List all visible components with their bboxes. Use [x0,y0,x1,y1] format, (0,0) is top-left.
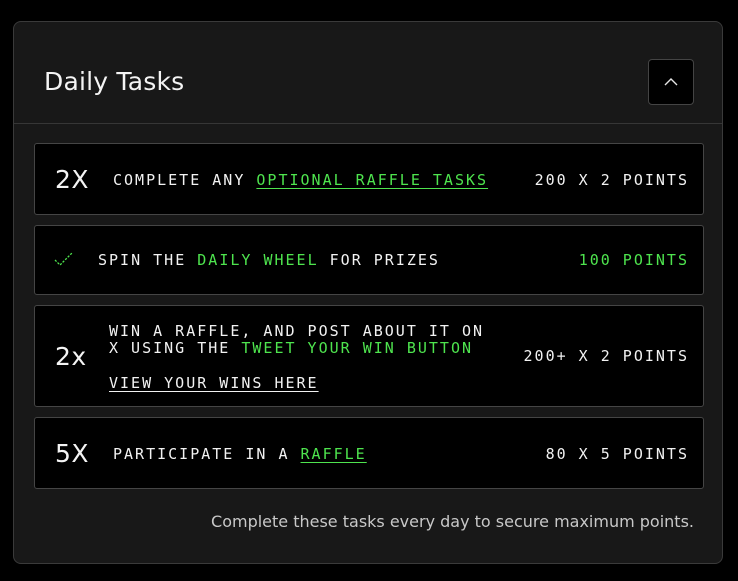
daily-tasks-panel: Daily Tasks 2X COMPLETE ANY OPTIONAL RAF… [13,21,723,564]
view-your-wins-link[interactable]: VIEW YOUR WINS HERE [109,374,319,392]
task-multiplier: 2x [55,342,87,371]
raffle-link[interactable]: RAFFLE [301,445,367,463]
task-description-line1: WIN A RAFFLE, AND POST ABOUT IT ON [109,322,485,340]
task-row-optional-raffle-tasks: 2X COMPLETE ANY OPTIONAL RAFFLE TASKS 20… [34,143,704,215]
task-row-participate-raffle: 5X PARTICIPATE IN A RAFFLE 80 X 5 POINTS [34,417,704,489]
task-row-daily-wheel: SPIN THE DAILY WHEEL FOR PRIZES 100 POIN… [34,225,704,295]
task-multiplier: 2X [55,165,90,194]
chevron-up-icon [663,77,679,87]
task-points: 200+ X 2 POINTS [523,347,689,365]
task-text: PARTICIPATE IN A [113,445,290,463]
task-description-line2: X USING THE TWEET YOUR WIN BUTTON [109,339,473,357]
daily-wheel-highlight: DAILY WHEEL [197,251,319,269]
task-text: FOR PRIZES [329,251,440,269]
task-description: PARTICIPATE IN A RAFFLE [113,445,367,463]
task-text: COMPLETE ANY [113,171,246,189]
task-row-tweet-win: 2x WIN A RAFFLE, AND POST ABOUT IT ON X … [34,305,704,407]
panel-header: Daily Tasks [14,22,722,124]
footer-note: Complete these tasks every day to secure… [211,512,694,531]
collapse-button[interactable] [648,59,694,105]
task-points: 80 X 5 POINTS [545,445,689,463]
task-multiplier: 5X [55,439,90,468]
task-points: 100 POINTS [578,251,689,269]
checkmark-icon [53,251,75,271]
tweet-your-win-button-highlight: TWEET YOUR WIN BUTTON [241,339,474,357]
task-description: SPIN THE DAILY WHEEL FOR PRIZES [98,251,440,269]
panel-title: Daily Tasks [44,67,185,96]
task-points: 200 X 2 POINTS [534,171,689,189]
task-text: SPIN THE [98,251,187,269]
task-text: X USING THE [109,339,231,357]
task-description: COMPLETE ANY OPTIONAL RAFFLE TASKS [113,171,488,189]
optional-raffle-tasks-link[interactable]: OPTIONAL RAFFLE TASKS [256,171,488,189]
